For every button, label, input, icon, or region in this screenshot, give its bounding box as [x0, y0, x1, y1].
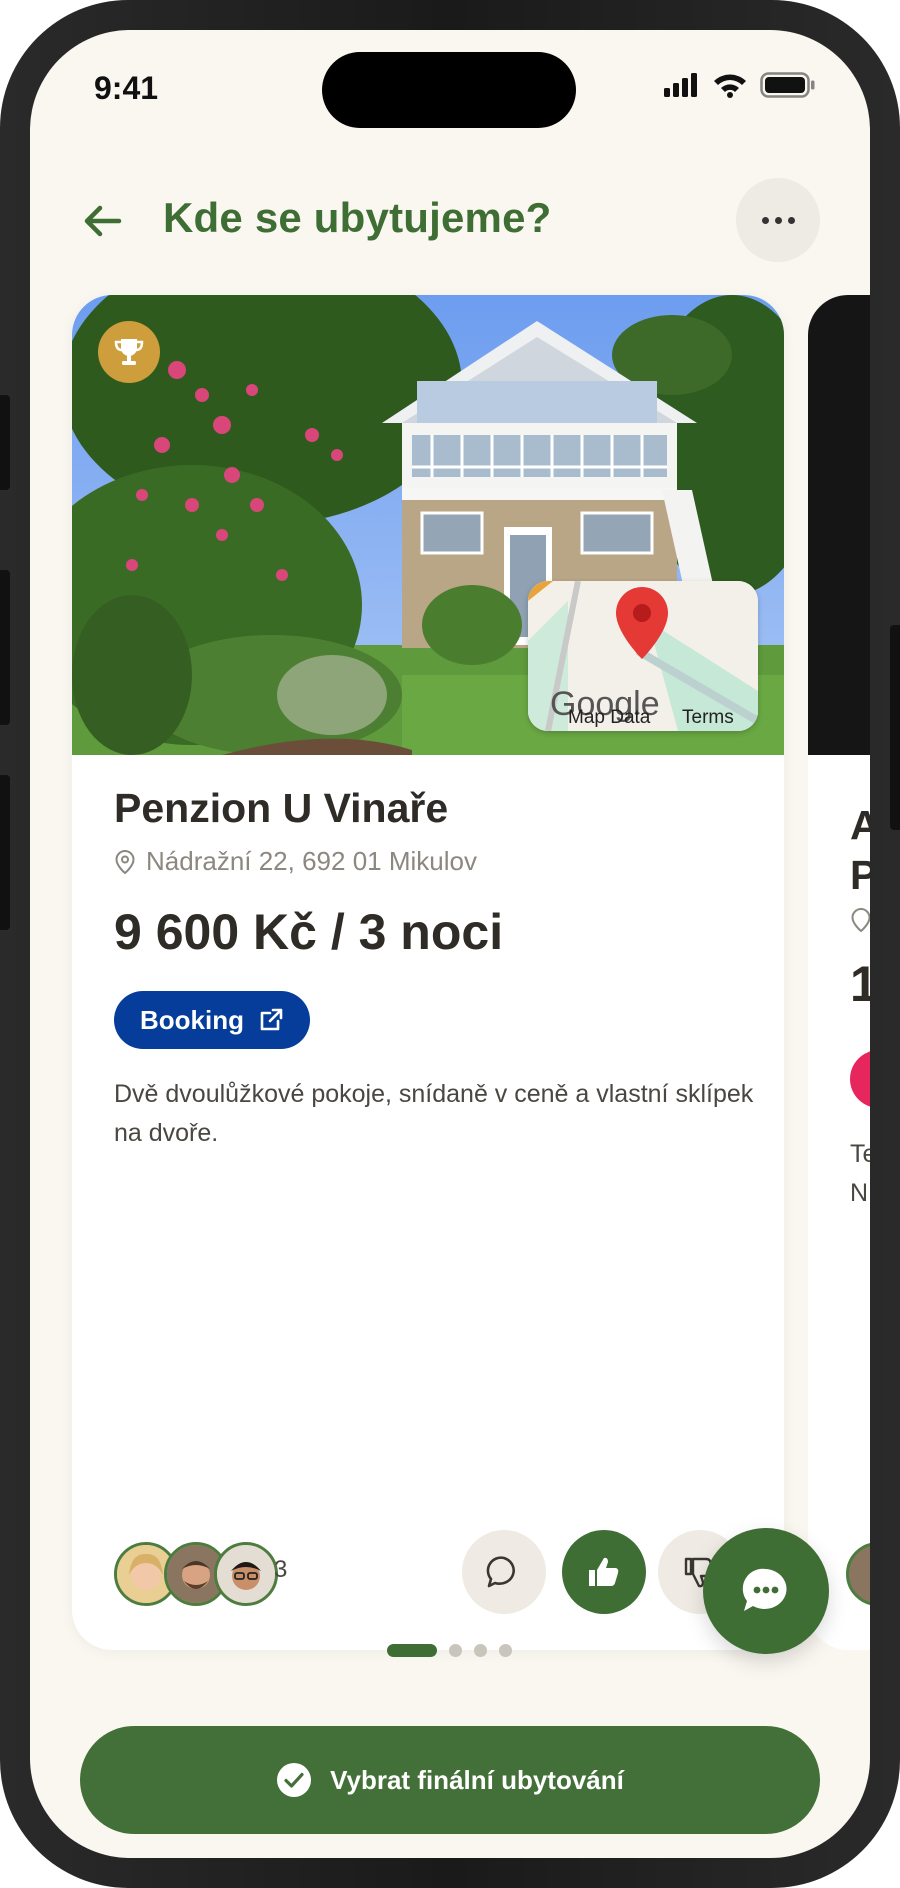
map-terms-link[interactable]: Terms [682, 707, 734, 729]
next-card-price: 1 [850, 956, 870, 1012]
next-card-desc-line: N [850, 1179, 869, 1207]
accommodation-name: Penzion U Vinaře [114, 785, 449, 831]
more-options-button[interactable] [736, 178, 820, 262]
thumbs-up-icon [589, 1557, 619, 1586]
pagination-dots [387, 1644, 512, 1657]
cta-label: Vybrat finální ubytování [330, 1764, 624, 1795]
accommodation-photo: Google Map Data Terms [72, 295, 784, 755]
next-card-desc-line: Te [850, 1140, 870, 1168]
volume-down-button [0, 570, 10, 725]
next-card-name: A P [850, 800, 870, 900]
next-card-name-line: A [850, 802, 870, 848]
comment-button[interactable] [462, 1530, 546, 1614]
status-time: 9:41 [94, 70, 159, 106]
header: Kde se ubytujeme? [30, 170, 870, 270]
voters-count: 3 [274, 1556, 288, 1583]
card-body: Penzion U Vinaře Nádražní 22, 692 01 Mik… [114, 785, 754, 1153]
next-card-name-line: P [850, 852, 870, 898]
map-pin-icon [616, 587, 668, 659]
pagination-dot-active[interactable] [387, 1644, 437, 1657]
accommodation-card[interactable]: Google Map Data Terms Penzion U Vinaře N… [72, 295, 784, 1650]
next-card-description: Te N [850, 1135, 870, 1213]
pagination-dot[interactable] [499, 1644, 512, 1657]
wifi-icon [714, 74, 746, 98]
location-pin-icon [851, 907, 870, 933]
next-accommodation-card[interactable]: A P 1 Te N [808, 295, 870, 1650]
chat-bubble-icon [742, 1568, 787, 1611]
trophy-icon [114, 339, 144, 365]
status-icons [664, 72, 816, 98]
description: Dvě dvoulůžkové pokoje, snídaně v ceně a… [114, 1080, 754, 1147]
booking-label: Booking [140, 1004, 244, 1035]
location-pin-icon [115, 849, 135, 874]
dot [787, 216, 795, 224]
back-button[interactable] [78, 196, 128, 246]
comment-icon [486, 1556, 515, 1588]
map-thumbnail[interactable]: Google Map Data Terms [528, 581, 758, 731]
pagination-dot[interactable] [449, 1644, 462, 1657]
booking-link-button[interactable]: Booking [114, 991, 310, 1049]
action-button [0, 775, 10, 930]
address-text: Nádražní 22, 692 01 Mikulov [146, 846, 477, 876]
power-button [890, 625, 900, 830]
page-title: Kde se ubytujeme? [163, 194, 552, 241]
next-card-badge [850, 1050, 870, 1108]
price: 9 600 Kč / 3 noci [114, 904, 504, 960]
dot [774, 216, 782, 224]
check-circle-icon [277, 1763, 312, 1797]
avatar-face [217, 1545, 275, 1603]
battery-icon [760, 72, 815, 98]
like-button[interactable] [562, 1530, 646, 1614]
dynamic-island [322, 52, 576, 128]
arrow-left-icon [84, 205, 122, 237]
voter-avatars[interactable] [114, 1542, 278, 1606]
status-bar: 9:41 [30, 30, 870, 150]
avatar [214, 1542, 278, 1606]
screen: 9:41 Kde se ubytujeme? Google Map Data T… [30, 30, 870, 1858]
volume-up-button [0, 395, 10, 490]
external-link-icon [260, 1008, 283, 1031]
dot [761, 216, 769, 224]
pagination-dot[interactable] [474, 1644, 487, 1657]
cellular-signal-icon [664, 73, 697, 97]
card-footer: 3 [114, 1530, 754, 1616]
address: Nádražní 22, 692 01 Mikulov [114, 846, 754, 877]
map-data-link[interactable]: Map Data [568, 707, 650, 729]
select-final-accommodation-button[interactable]: Vybrat finální ubytování [80, 1726, 820, 1834]
next-card-photo [808, 295, 870, 755]
chat-fab-button[interactable] [703, 1528, 829, 1654]
avatar [846, 1542, 870, 1606]
trophy-badge [98, 321, 160, 383]
